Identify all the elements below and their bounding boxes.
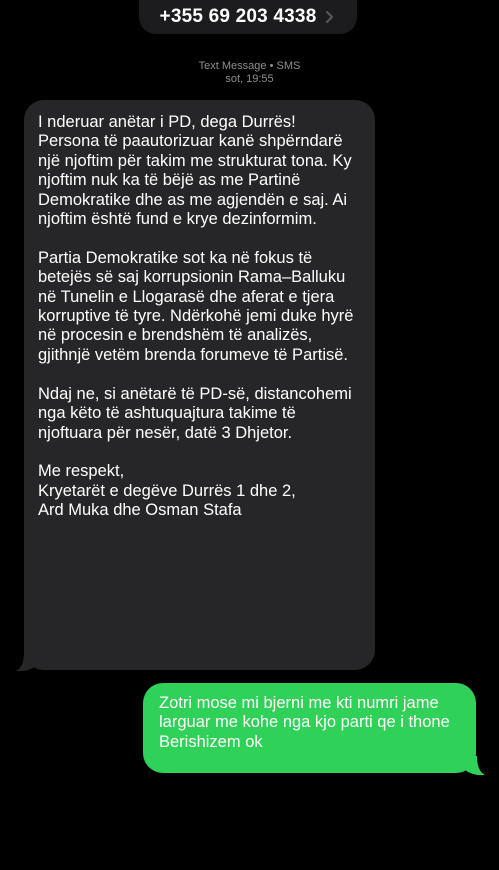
outgoing-message-bubble[interactable]: Zotri mose mi bjerni me kti numri jame l… (143, 683, 476, 773)
incoming-message-bubble[interactable]: I nderuar anëtar i PD, dega Durrës! Pers… (24, 100, 375, 670)
service-label: Text Message • SMS (198, 60, 301, 72)
incoming-bubble-tail (16, 652, 36, 672)
timestamp: sot, 19:55 (225, 73, 274, 85)
message-meta: Text Message • SMS sot, 19:55 (0, 60, 499, 86)
sms-conversation-screen: +355 69 203 4338 Text Message • SMS sot,… (0, 0, 499, 870)
contact-phone-number[interactable]: +355 69 203 4338 (160, 6, 317, 28)
outgoing-bubble-tail (465, 756, 485, 776)
contact-header[interactable]: +355 69 203 4338 (139, 0, 357, 34)
chevron-right-icon[interactable] (322, 10, 336, 24)
